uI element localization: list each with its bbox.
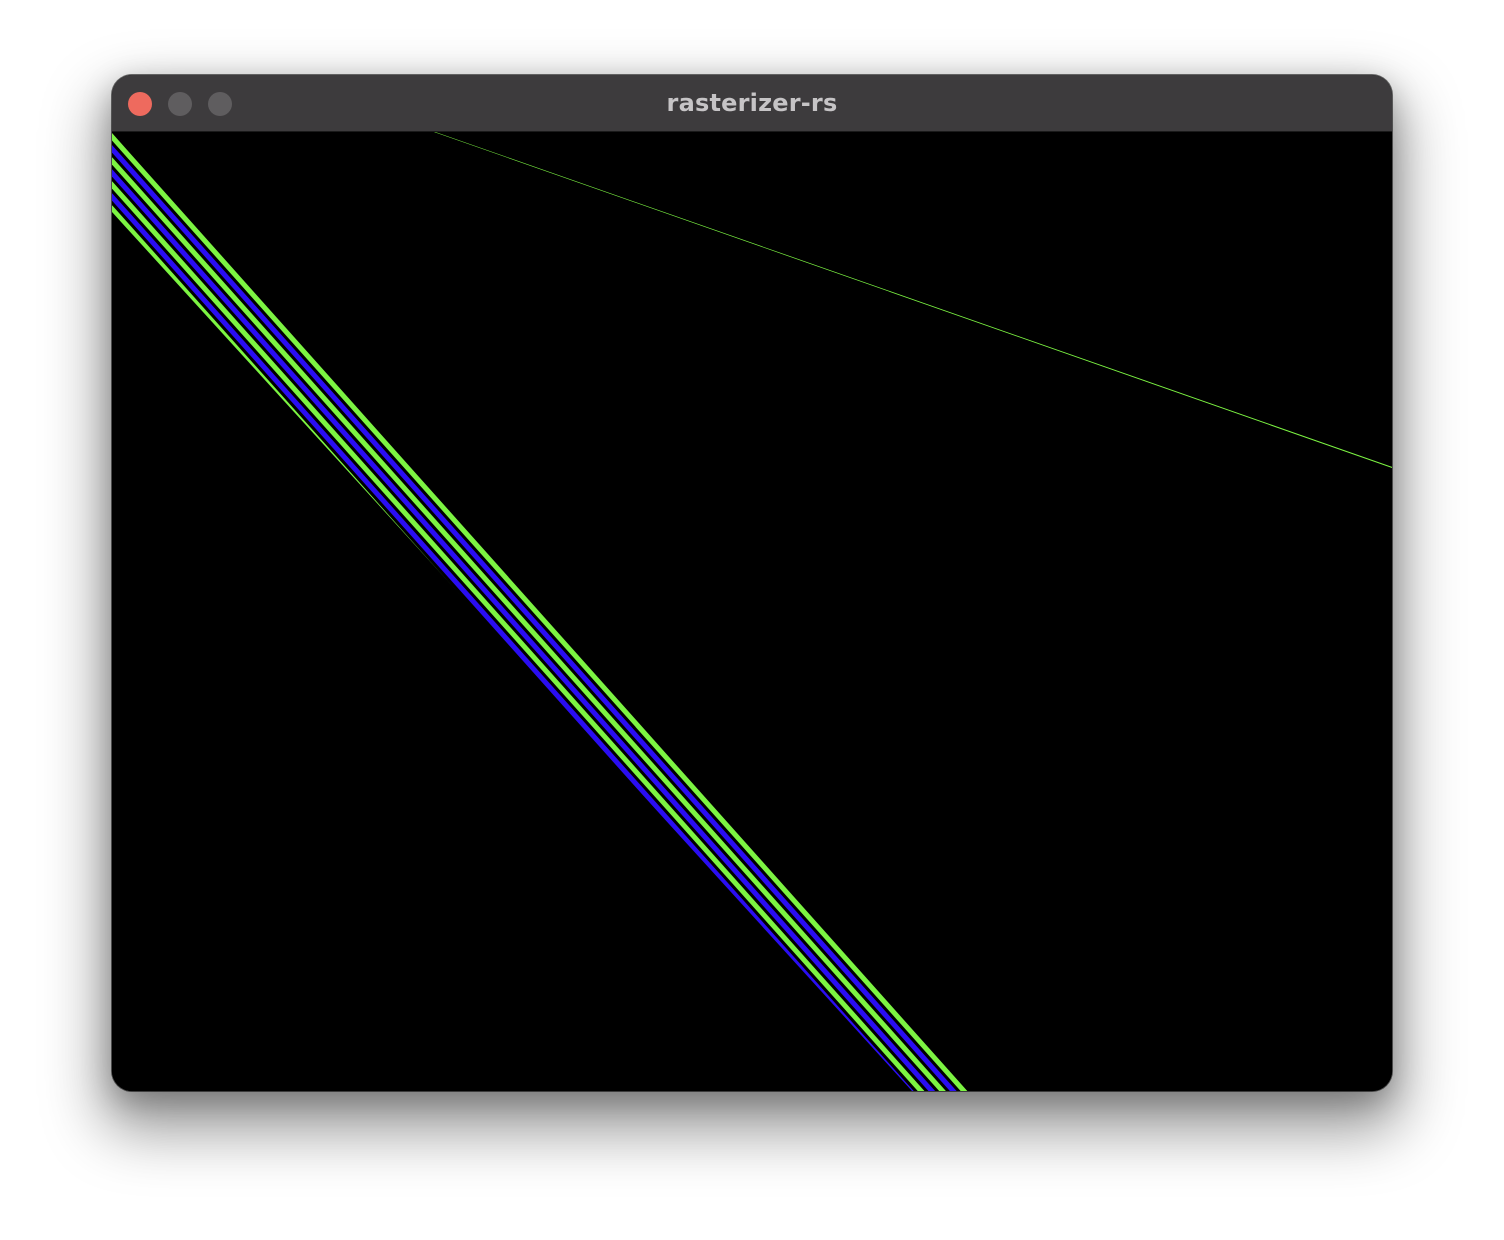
canvas-background (112, 132, 1392, 1091)
title-bar[interactable]: rasterizer-rs (112, 75, 1392, 132)
render-canvas[interactable] (112, 132, 1392, 1091)
render-surface (112, 132, 1392, 1091)
app-window: rasterizer-rs (112, 75, 1392, 1091)
desktop: rasterizer-rs (0, 0, 1504, 1240)
window-title: rasterizer-rs (666, 89, 838, 117)
